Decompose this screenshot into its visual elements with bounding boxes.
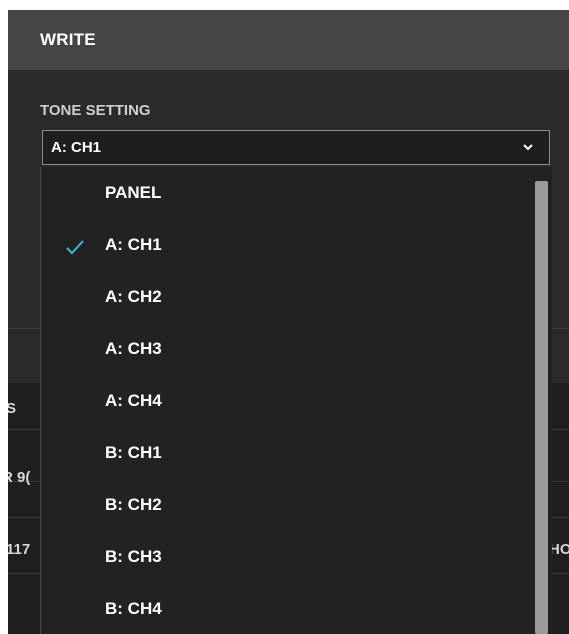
background-cell: S	[8, 400, 17, 417]
tone-setting-dropdown-menu: PANEL A: CH1 A: CH2 A: CH3 A: CH4 B: CH1…	[40, 167, 552, 634]
menu-item-label: B: CH2	[105, 495, 162, 514]
menu-item-b-ch2[interactable]: B: CH2	[41, 479, 531, 531]
menu-item-b-ch3[interactable]: B: CH3	[41, 531, 531, 583]
write-dialog: WRITE TONE SETTING A: CH1 S R 9( 117 HO …	[8, 10, 569, 634]
menu-item-b-ch1[interactable]: B: CH1	[41, 427, 531, 479]
menu-item-label: B: CH1	[105, 443, 162, 462]
tone-setting-select[interactable]: A: CH1	[42, 130, 550, 165]
scrollbar-thumb[interactable]	[535, 181, 548, 634]
tone-setting-label: TONE SETTING	[40, 102, 151, 119]
chevron-down-icon	[523, 144, 533, 151]
menu-item-label: A: CH2	[105, 287, 162, 306]
menu-item-label: A: CH4	[105, 391, 162, 410]
menu-item-a-ch2[interactable]: A: CH2	[41, 271, 531, 323]
background-cell: HO	[549, 541, 569, 558]
menu-item-label: B: CH4	[105, 599, 162, 618]
dialog-title: WRITE	[40, 30, 96, 49]
dialog-header: WRITE	[8, 10, 569, 70]
menu-item-a-ch4[interactable]: A: CH4	[41, 375, 531, 427]
menu-item-b-ch4[interactable]: B: CH4	[41, 583, 531, 634]
menu-item-a-ch1[interactable]: A: CH1	[41, 219, 531, 271]
menu-item-panel[interactable]: PANEL	[41, 167, 531, 219]
menu-item-label: A: CH3	[105, 339, 162, 358]
dropdown-scrollbar[interactable]	[532, 167, 552, 634]
menu-item-label: B: CH3	[105, 547, 162, 566]
background-cell: 117	[8, 541, 31, 558]
menu-item-label: A: CH1	[105, 235, 162, 254]
menu-item-label: PANEL	[105, 183, 162, 202]
tone-setting-selected-value: A: CH1	[51, 139, 102, 156]
check-icon	[66, 240, 84, 255]
menu-item-a-ch3[interactable]: A: CH3	[41, 323, 531, 375]
background-cell: R 9(	[8, 469, 31, 486]
